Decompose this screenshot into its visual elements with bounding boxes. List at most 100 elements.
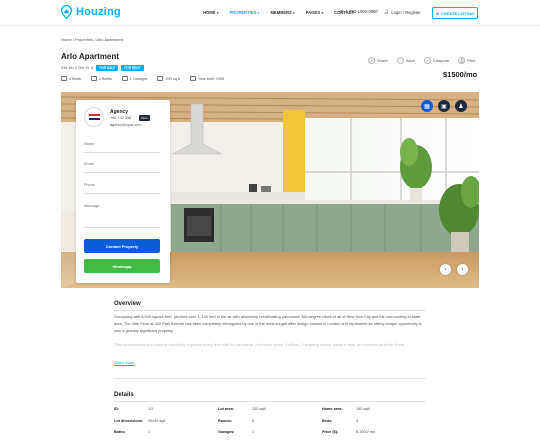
detail-lot-dimensions: Lot dimensions: 20x30 sqft [114, 419, 166, 423]
feature-garages-label: 1 Garages [129, 76, 148, 81]
create-listing-label: CREATE LISTING [441, 10, 475, 16]
print-button[interactable]: ⎙ Print [458, 57, 476, 64]
section-divider [114, 378, 426, 379]
property-actions: ↗ Share ♡ Save + Compare ⎙ Print [368, 57, 476, 64]
login-label: Login / Register [391, 9, 421, 15]
detail-garages: Garages: 1 [218, 430, 254, 434]
detail-baths: Baths: 1 [114, 430, 150, 434]
detail-value: 180 sqft [356, 407, 370, 411]
agent-more-button[interactable]: More [139, 115, 150, 121]
calendar-icon [190, 76, 197, 81]
page-title: Arlo Apartment [61, 52, 119, 61]
details-heading: Details [114, 392, 134, 398]
nav-home[interactable]: HOME ▾ [203, 10, 219, 15]
agent-name: Agency [110, 109, 129, 115]
user-icon: 👤︎ [384, 9, 390, 14]
agent-phone: +66 132 456 [110, 116, 132, 120]
contact-agent-card: Agency +66 132 456 More agency@spar.com … [76, 100, 170, 283]
plus-icon: ⊕ [435, 10, 440, 16]
detail-key: Price ($): [322, 430, 339, 434]
compare-button[interactable]: + Compare [423, 57, 450, 64]
nav-members-label: MEMBERS [270, 10, 292, 15]
save-label: Save [405, 58, 415, 63]
detail-price: Price ($): $ 1500/ mo [322, 430, 375, 434]
detail-value: 6 [252, 419, 255, 423]
chevron-left-icon: ‹ [444, 266, 447, 273]
chevron-right-icon: › [461, 266, 464, 273]
detail-home-area: Home area: 180 sqft [322, 407, 370, 411]
site-header: Houzing HOME ▾ PROPERTIES ▾ MEMBERS ▾ PA… [0, 0, 540, 26]
garage-icon [121, 76, 128, 81]
detail-key: Garages: [218, 430, 235, 434]
chevron-down-icon: ▾ [216, 11, 219, 15]
chevron-down-icon: ▾ [293, 11, 295, 15]
nav-properties[interactable]: PROPERTIES ▾ [230, 10, 260, 15]
contact-property-button[interactable]: Contact Property [84, 239, 160, 253]
overview-divider [114, 310, 426, 311]
detail-id: ID: 1/2 [114, 407, 153, 411]
detail-lot-area: Lot area: 250 sqft [218, 407, 266, 411]
detail-beds: Beds: 4 [322, 419, 358, 423]
detail-value: $ 1500/ mo [356, 430, 375, 434]
login-register-link[interactable]: 👤︎ Login / Register [384, 9, 421, 15]
details-divider [114, 401, 426, 402]
gallery-button[interactable]: ▦ [421, 100, 433, 112]
agency-logo-icon [88, 114, 100, 120]
street-view-button[interactable]: ♟ [455, 100, 467, 112]
detail-value: 1 [252, 430, 255, 434]
breadcrumb[interactable]: Home / Properties / Arlo Apartment [61, 37, 123, 42]
map-pin-logo-icon [61, 5, 72, 19]
nav-home-label: HOME [203, 10, 216, 15]
person-icon: ♟ [458, 103, 464, 110]
detail-value: 1/2 [148, 407, 154, 411]
nav-properties-label: PROPERTIES [229, 10, 257, 15]
header-phone[interactable]: ✆ 1-392-1000-0900 [340, 9, 378, 14]
detail-key: Home area: [322, 407, 343, 411]
save-button[interactable]: ♡ Save [396, 57, 415, 64]
map-icon: ▣ [441, 103, 447, 110]
whatsapp-button[interactable]: Whatsapp [84, 259, 160, 273]
message-field[interactable]: Message [84, 204, 160, 228]
brand-logo[interactable]: Houzing [61, 5, 121, 19]
detail-key: Baths: [114, 430, 126, 434]
prev-photo-button[interactable]: ‹ [440, 264, 451, 275]
detail-value: 250 sqft [252, 407, 266, 411]
property-address-row: 336 4th 2 The St. 6 FOR SALE FOR RENT [61, 65, 144, 71]
overview-faded-paragraph: This condominium is a place of tranquili… [114, 342, 406, 347]
detail-key: ID: [114, 407, 120, 411]
nav-members[interactable]: MEMBERS ▾ [270, 10, 294, 15]
name-field[interactable]: Name [84, 142, 160, 153]
detail-key: Lot dimensions: [114, 419, 144, 423]
email-field[interactable]: Email [84, 162, 160, 173]
chevron-down-icon: ▾ [257, 11, 260, 15]
nav-pages-label: PAGES [305, 10, 321, 15]
next-photo-button[interactable]: › [457, 264, 468, 275]
phone-field[interactable]: Phone [84, 183, 160, 194]
compare-label: Compare [432, 58, 450, 63]
create-listing-button[interactable]: ⊕ CREATE LISTING [432, 7, 478, 19]
detail-key: Rooms: [218, 419, 233, 423]
agent-avatar[interactable] [84, 107, 104, 127]
detail-value: 4 [356, 419, 359, 423]
bath-icon [90, 76, 97, 81]
area-icon [157, 76, 164, 81]
detail-key: Lot area: [218, 407, 235, 411]
status-badge-sale[interactable]: FOR SALE [96, 65, 119, 71]
map-view-button[interactable]: ▣ [438, 100, 450, 112]
email-field-placeholder: Email [84, 162, 94, 166]
detail-value: 20x30 sqft [148, 419, 166, 423]
nav-pages[interactable]: PAGES ▾ [306, 10, 323, 15]
share-icon: ↗ [368, 57, 375, 64]
feature-area-label: 200 sq ft [165, 76, 181, 81]
feature-area: 200 sq ft [157, 76, 180, 81]
property-address: 336 4th 2 The St. 6 [61, 66, 94, 70]
share-button[interactable]: ↗ Share [368, 57, 388, 64]
show-more-link[interactable]: Show more [114, 360, 134, 365]
status-badge-rent[interactable]: FOR RENT [121, 65, 144, 71]
property-price: $1500/mo [443, 70, 478, 79]
agent-email[interactable]: agency@spar.com [110, 123, 142, 127]
message-field-placeholder: Message [84, 204, 100, 208]
main-nav: HOME ▾ PROPERTIES ▾ MEMBERS ▾ PAGES ▾ CO… [203, 10, 354, 15]
chevron-down-icon: ▾ [321, 11, 324, 15]
property-features: 4 Beds 1 Baths 1 Garages 200 sq ft Year … [61, 76, 224, 81]
